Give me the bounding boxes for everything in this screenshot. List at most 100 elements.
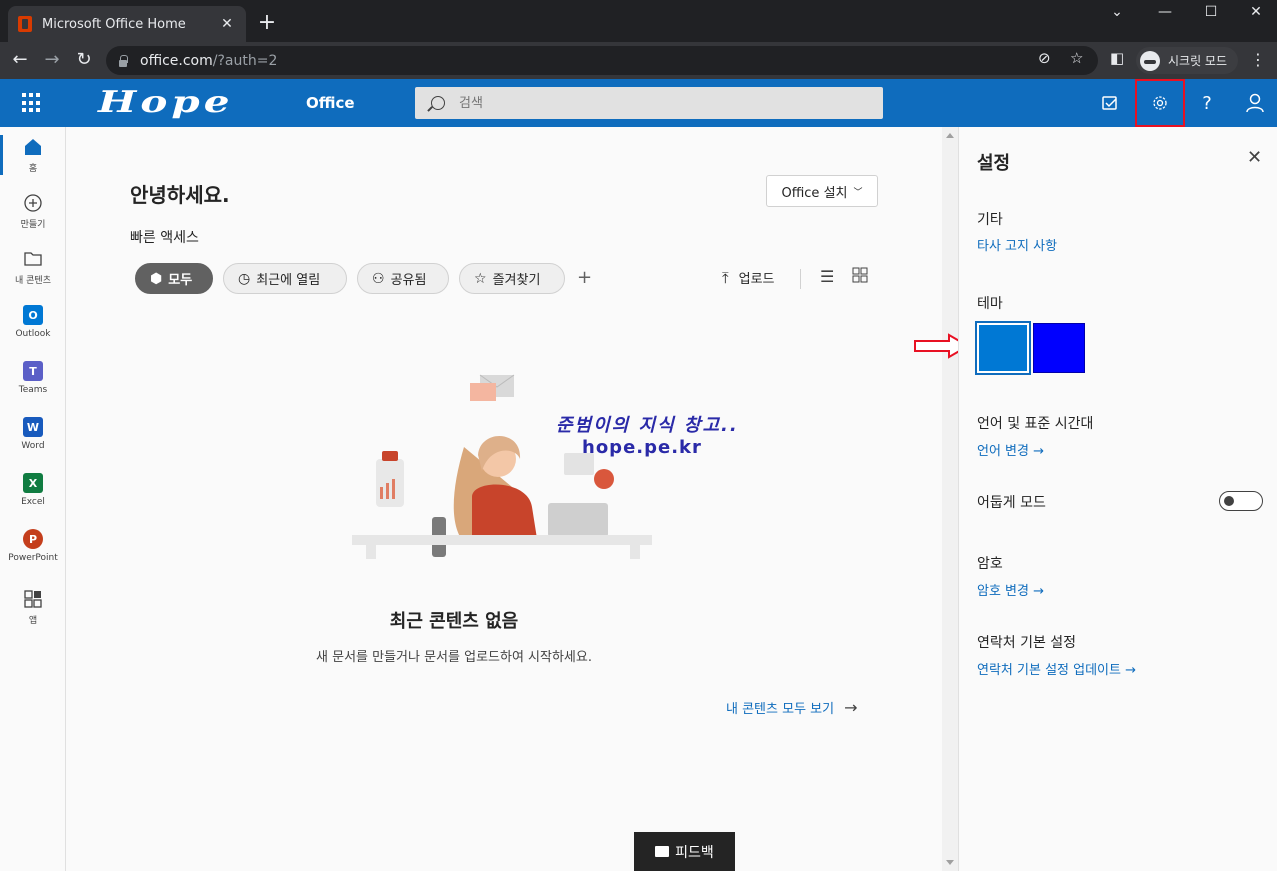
watermark-line1: 준범이의 지식 창고.. [556,415,739,436]
feedback-label: 피드백 [675,844,714,861]
whats-new-icon[interactable] [1086,79,1134,127]
password-heading: 암호 [977,556,1003,572]
back-button[interactable]: ← [8,50,32,70]
teams-icon: T [23,361,43,381]
window-maximize-button[interactable]: ☐ [1196,4,1226,20]
window-close-button[interactable]: ✕ [1241,4,1271,20]
empty-state-title: 최근 콘텐츠 없음 [389,611,519,632]
home-icon [23,137,43,157]
account-icon[interactable] [1231,79,1277,127]
change-language-link[interactable]: 언어 변경 → [977,440,1044,459]
search-box[interactable] [415,87,883,119]
rail-label: 내 콘텐츠 [15,276,51,286]
upload-label: 업로드 [738,272,775,287]
lock-icon [118,54,128,67]
settings-panel: 설정 ✕ 기타 타사 고지 사항 테마 언어 및 표준 시간대 언어 변경 → … [958,127,1277,871]
new-tab-button[interactable]: + [256,12,278,34]
filter-label: 공유됨 [390,273,427,288]
filter-favorites[interactable]: ☆ 즐겨찾기 [459,263,565,294]
minimize-icon[interactable]: ⌄ [1102,4,1132,20]
rail-item-home[interactable]: 홈 [0,137,66,174]
address-bar[interactable]: office.com /?auth=2 [106,46,1098,75]
arrow-right-icon: → [1033,584,1045,599]
rail-label: PowerPoint [8,553,58,563]
clock-icon: ◷ [238,270,251,287]
tracking-protection-icon[interactable]: ⊘ [1038,49,1051,67]
main-content: 안녕하세요. Office 설치 ﹀ 빠른 액세스 ⬢ 모두 ◷ 최근에 열림 … [66,127,942,871]
search-input[interactable] [459,95,839,111]
update-contact-link[interactable]: 연락처 기본 설정 업데이트 → [977,659,1136,678]
theme-swatch-dark-blue[interactable] [1033,323,1085,373]
rail-item-outlook[interactable]: O Outlook [0,305,66,339]
comment-icon [655,846,670,857]
arrow-right-icon: → [1033,444,1045,459]
star-icon: ☆ [474,270,487,287]
apps-icon [23,589,43,609]
rail-item-teams[interactable]: T Teams [0,361,66,395]
see-all-content-link[interactable]: 내 콘텐츠 모두 보기 → [726,698,857,717]
folder-icon [23,249,43,269]
install-office-button[interactable]: Office 설치 ﹀ [766,175,878,207]
filter-recent[interactable]: ◷ 최근에 열림 [223,263,347,294]
filter-all[interactable]: ⬢ 모두 [135,263,213,294]
quick-access-heading: 빠른 액세스 [130,230,199,246]
arrow-right-icon: → [1125,663,1137,678]
rail-label: Word [21,441,45,451]
scroll-down-icon[interactable] [946,860,954,865]
rail-item-powerpoint[interactable]: P PowerPoint [0,529,66,563]
arrow-right-icon: → [844,698,858,717]
dark-mode-toggle[interactable] [1219,491,1263,511]
rail-label: Teams [18,385,48,395]
settings-gear-icon[interactable] [1135,79,1185,127]
contact-heading: 연락처 기본 설정 [977,635,1077,651]
filter-label: 모두 [168,273,193,288]
add-filter-icon[interactable]: + [577,267,592,288]
scroll-up-icon[interactable] [946,133,954,138]
app-launcher-icon[interactable] [22,93,42,113]
rail-item-excel[interactable]: X Excel [0,473,66,507]
brand-logo[interactable]: Hope [98,85,234,120]
browser-tab[interactable]: Microsoft Office Home ✕ [8,6,246,42]
filter-label: 최근에 열림 [256,273,321,288]
chevron-down-icon: ﹀ [853,187,863,198]
upload-button[interactable]: ⤒ 업로드 [722,268,775,288]
third-party-notices-link[interactable]: 타사 고지 사항 [977,235,1057,254]
theme-swatch-blue[interactable] [975,321,1031,375]
main-scrollbar[interactable] [942,127,958,871]
search-icon [431,96,445,110]
change-password-link[interactable]: 암호 변경 → [977,580,1044,599]
rail-item-apps[interactable]: 앱 [0,589,66,626]
forward-button[interactable]: → [40,50,64,70]
empty-state-illustration [352,374,652,559]
rail-item-my-content[interactable]: 내 콘텐츠 [0,249,66,286]
url-path: /?auth=2 [212,52,278,69]
close-icon[interactable]: ✕ [1247,147,1262,168]
page-title: 안녕하세요. [130,183,230,207]
grid-view-icon[interactable] [852,267,868,287]
change-language-label: 언어 변경 [977,444,1029,459]
rail-label: Excel [21,497,45,507]
cube-icon: ⬢ [150,270,163,287]
reload-button[interactable]: ↻ [72,50,96,70]
list-view-icon[interactable]: ☰ [820,267,834,286]
update-contact-label: 연락처 기본 설정 업데이트 [977,663,1121,678]
help-icon[interactable]: ? [1183,79,1231,127]
change-password-label: 암호 변경 [977,584,1029,599]
office-header: Hope Office ? [0,79,1277,127]
office-favicon-icon [18,16,32,32]
side-panel-icon[interactable]: ◧ [1110,49,1124,67]
rail-item-create[interactable]: 만들기 [0,193,66,230]
bookmark-star-icon[interactable]: ☆ [1070,49,1083,67]
url-host: office.com [140,52,213,69]
incognito-badge[interactable]: 시크릿 모드 [1136,47,1238,74]
incognito-icon [1140,50,1160,71]
language-heading: 언어 및 표준 시간대 [977,416,1094,432]
filter-shared[interactable]: ⚇ 공유됨 [357,263,449,294]
feedback-button[interactable]: 피드백 [634,832,735,871]
dark-mode-label: 어둡게 모드 [977,495,1046,511]
browser-menu-icon[interactable]: ⋮ [1250,50,1266,69]
window-minimize-button[interactable]: — [1150,4,1180,20]
product-name[interactable]: Office [306,94,355,112]
rail-item-word[interactable]: W Word [0,417,66,451]
tab-close-icon[interactable]: ✕ [218,16,236,32]
